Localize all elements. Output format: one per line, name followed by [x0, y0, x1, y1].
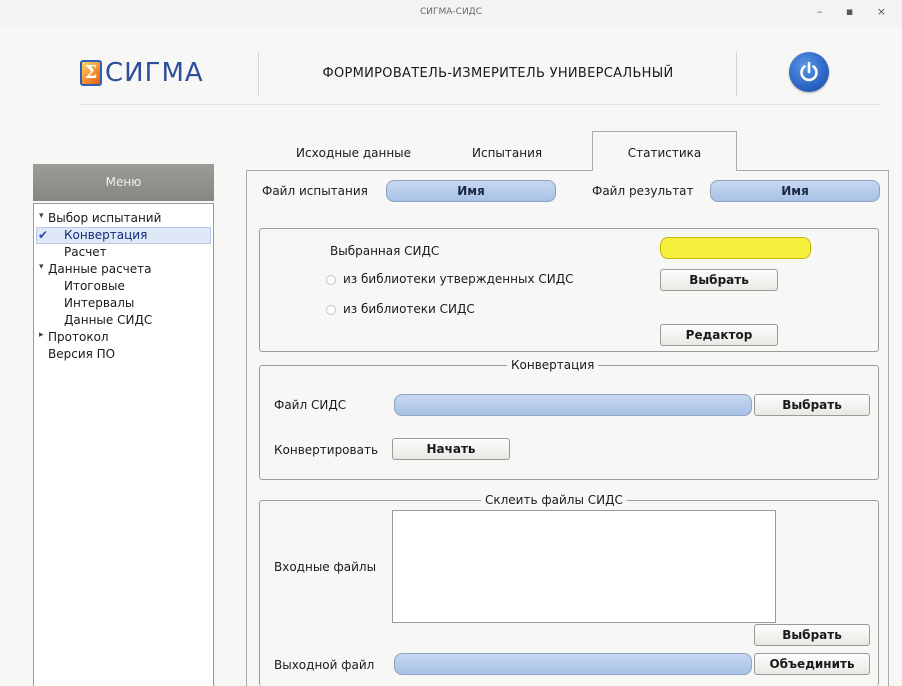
result-file-label: Файл результат	[592, 184, 694, 198]
result-file-field[interactable]: Имя	[710, 180, 880, 202]
tab-statistics[interactable]: Статистика	[592, 131, 737, 171]
check-icon: ✔	[38, 228, 49, 242]
select-sids-file-button[interactable]: Выбрать	[754, 394, 870, 416]
selected-sids-label: Выбранная СИДС	[330, 244, 440, 258]
select-sids-button[interactable]: Выбрать	[660, 269, 778, 291]
select-input-files-button[interactable]: Выбрать	[754, 624, 870, 646]
tab-bar-border	[246, 170, 593, 171]
window-title: СИГМА-СИДС	[419, 7, 482, 17]
output-file-field[interactable]	[394, 653, 752, 675]
close-button[interactable]: ×	[877, 5, 896, 18]
conversion-group	[259, 365, 879, 480]
app-title: ФОРМИРОВАТЕЛЬ-ИЗМЕРИТЕЛЬ УНИВЕРСАЛЬНЫЙ	[322, 66, 674, 81]
sids-file-label: Файл СИДС	[274, 398, 347, 412]
test-file-label: Файл испытания	[262, 184, 368, 198]
sids-file-field[interactable]	[394, 394, 752, 416]
approved-library-label: из библиотеки утвержденных СИДС	[343, 272, 574, 286]
output-file-label: Выходной файл	[274, 658, 375, 672]
input-files-list[interactable]	[392, 510, 776, 623]
editor-button[interactable]: Редактор	[660, 324, 778, 346]
conversion-group-title: Конвертация	[507, 358, 599, 372]
expand-arrow-icon: ▾	[39, 211, 44, 221]
start-button[interactable]: Начать	[392, 438, 510, 460]
test-file-field[interactable]: Имя	[386, 180, 556, 202]
sidebar-item-calculation[interactable]: Расчет	[64, 245, 107, 259]
expand-arrow-icon: ▾	[39, 262, 44, 272]
sidebar-item-protocol[interactable]: ▸ Протокол	[39, 330, 109, 344]
sidebar-item-version[interactable]: Версия ПО	[48, 347, 115, 361]
sigma-logo-icon: Σ	[80, 60, 102, 86]
sidebar-item-calc-data[interactable]: ▾ Данные расчета	[39, 262, 151, 276]
merge-group-title: Склеить файлы СИДС	[481, 493, 627, 507]
input-files-label: Входные файлы	[274, 560, 377, 574]
radio-library[interactable]	[326, 305, 336, 315]
content-border	[246, 170, 247, 686]
collapse-arrow-icon: ▸	[39, 330, 44, 340]
maximize-button[interactable]: ▪	[846, 5, 863, 18]
logo-text: СИГМА	[105, 58, 204, 88]
power-icon	[800, 61, 818, 82]
minimize-button[interactable]: –	[817, 5, 833, 18]
sidebar-item-totals[interactable]: Итоговые	[64, 279, 125, 293]
header-rule	[80, 104, 880, 105]
header-divider	[258, 52, 259, 96]
menu-header: Меню	[33, 164, 214, 201]
sidebar-item-sids-data[interactable]: Данные СИДС	[64, 313, 152, 327]
merge-button[interactable]: Объединить	[754, 653, 870, 675]
tab-bar-border	[736, 170, 888, 171]
power-button[interactable]	[789, 52, 829, 92]
window-controls: – ▪ ×	[817, 5, 896, 18]
radio-approved-library[interactable]	[326, 275, 336, 285]
tab-tests[interactable]: Испытания	[472, 146, 542, 160]
library-label: из библиотеки СИДС	[343, 302, 475, 316]
convert-label: Конвертировать	[274, 443, 379, 457]
tab-source-data[interactable]: Исходные данные	[296, 146, 411, 160]
app-logo: Σ СИГМА	[80, 58, 204, 88]
content-border	[888, 170, 889, 686]
header-divider	[736, 52, 737, 96]
sidebar-menu: ✔ ▾ Выбор испытаний Конвертация Расчет ▾…	[33, 203, 214, 686]
sidebar-item-conversion[interactable]: Конвертация	[64, 228, 147, 242]
sidebar-item-test-selection[interactable]: ▾ Выбор испытаний	[39, 211, 161, 225]
selected-sids-field[interactable]	[660, 237, 811, 259]
sidebar-item-intervals[interactable]: Интервалы	[64, 296, 134, 310]
